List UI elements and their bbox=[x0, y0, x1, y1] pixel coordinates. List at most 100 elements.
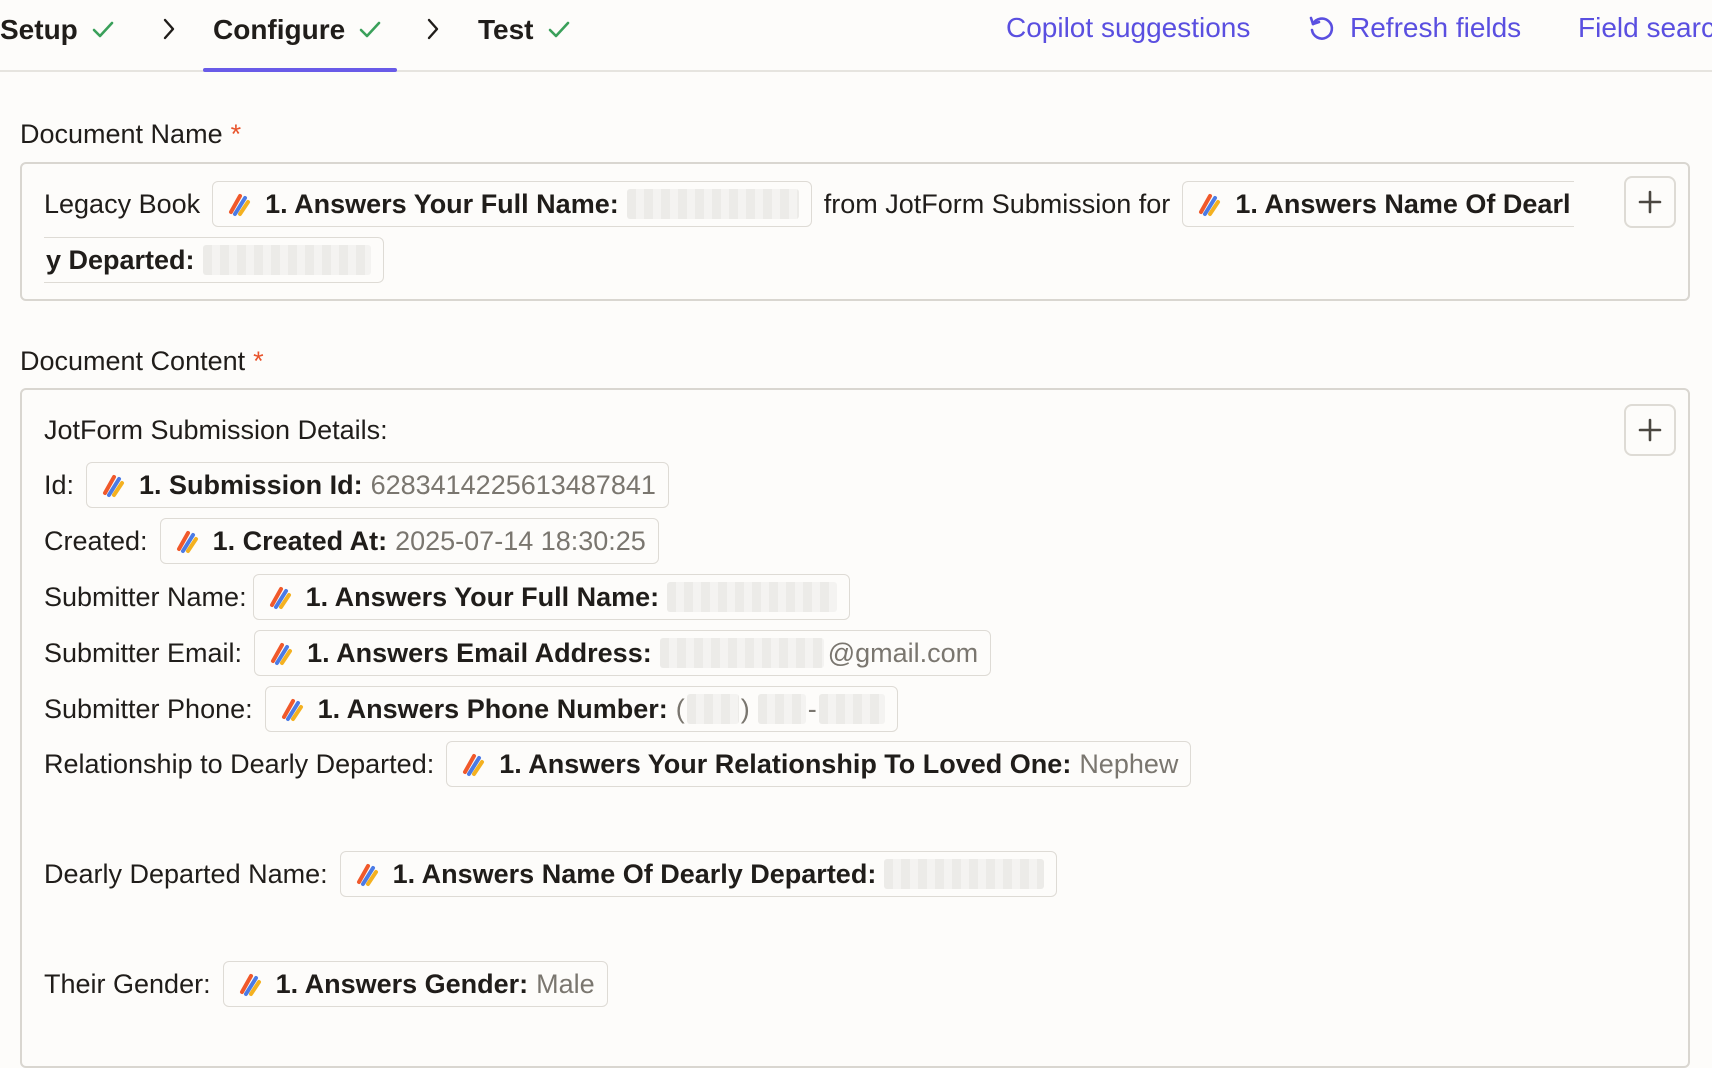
chevron-right-icon bbox=[163, 18, 175, 40]
mapped-field-name: 1. Submission Id: bbox=[139, 469, 363, 500]
content-heading: JotForm Submission Details: bbox=[44, 406, 388, 454]
zapier-app-icon bbox=[225, 190, 253, 218]
check-icon bbox=[548, 21, 569, 38]
mapped-field-name: 1. Answers Phone Number: bbox=[317, 693, 668, 724]
insert-data-button[interactable] bbox=[1624, 176, 1676, 228]
document-name-middle-text: from JotForm Submission for bbox=[823, 188, 1171, 219]
field-search-button[interactable]: Field searc bbox=[1578, 12, 1712, 44]
row-label: Id: bbox=[44, 469, 75, 500]
zapier-app-icon bbox=[173, 527, 201, 555]
document-name-field[interactable]: Legacy Book 1. Answers Your Full Name: f… bbox=[20, 162, 1690, 301]
document-name-label-text: Document Name bbox=[20, 119, 223, 149]
content-row-submitter-name: Submitter Name: 1. Answers Your Full Nam… bbox=[44, 573, 851, 621]
content-row-created: Created: 1. Created At: 2025-07-14 18:30… bbox=[44, 517, 659, 565]
field-search-label: Field searc bbox=[1578, 12, 1712, 43]
zapier-app-icon bbox=[266, 583, 294, 611]
check-icon bbox=[359, 21, 381, 38]
mapped-field-name: 1. Answers Gender: bbox=[275, 968, 529, 999]
mapped-field-name: 1. Created At: bbox=[212, 525, 388, 556]
mapped-field-pill[interactable]: 1. Submission Id: 6283414225613487841 bbox=[86, 462, 669, 508]
mapped-field-name-continued: y Departed: bbox=[46, 244, 195, 275]
document-content-label: Document Content * bbox=[20, 346, 264, 377]
zapier-app-icon bbox=[236, 970, 264, 998]
mapped-field-pill[interactable]: 1. Answers Name Of Dearl bbox=[1182, 181, 1575, 227]
row-label: Submitter Name: bbox=[44, 581, 247, 612]
mapped-field-name: 1. Answers Email Address: bbox=[307, 637, 652, 668]
redacted-value bbox=[757, 694, 806, 724]
redacted-value bbox=[884, 859, 1045, 889]
step-configure-label: Configure bbox=[213, 14, 346, 45]
mapped-field-pill[interactable]: 1. Answers Phone Number: ( ) - bbox=[264, 686, 898, 732]
required-mark: * bbox=[230, 119, 242, 149]
active-step-indicator bbox=[203, 68, 397, 72]
mapped-field-value: Nephew bbox=[1079, 748, 1179, 779]
required-mark: * bbox=[253, 346, 264, 376]
content-row-id: Id: 1. Submission Id: 628341422561348784… bbox=[44, 461, 669, 509]
plus-icon bbox=[1638, 190, 1662, 214]
redacted-value bbox=[686, 694, 739, 724]
refresh-fields-label: Refresh fields bbox=[1350, 12, 1522, 43]
mapped-field-pill[interactable]: 1. Answers Name Of Dearly Departed: bbox=[339, 851, 1058, 897]
row-label: Relationship to Dearly Departed: bbox=[44, 748, 435, 779]
mapped-field-pill-continued[interactable]: y Departed: bbox=[44, 237, 384, 283]
zapier-app-icon bbox=[278, 695, 306, 723]
document-content-label-text: Document Content bbox=[20, 346, 246, 376]
step-setup[interactable]: Setup bbox=[0, 14, 116, 46]
mapped-field-pill[interactable]: 1. Answers Your Full Name: bbox=[252, 574, 851, 620]
mapped-field-value: 2025-07-14 18:30:25 bbox=[395, 525, 646, 556]
check-icon bbox=[92, 21, 114, 38]
zapier-app-icon bbox=[1195, 190, 1223, 218]
chevron-right-icon bbox=[427, 18, 439, 40]
mapped-field-name: 1. Answers Your Full Name: bbox=[305, 581, 660, 612]
mapped-field-pill[interactable]: 1. Answers Your Relationship To Loved On… bbox=[446, 741, 1192, 787]
mapped-field-value: @gmail.com bbox=[827, 637, 979, 668]
content-row-gender: Their Gender: 1. Answers Gender: Male bbox=[44, 960, 608, 1008]
zapier-app-icon bbox=[353, 860, 381, 888]
row-label: Submitter Phone: bbox=[44, 693, 253, 724]
mapped-field-value-dash: - bbox=[807, 693, 817, 724]
content-row-relationship: Relationship to Dearly Departed: 1. Answ… bbox=[44, 740, 1192, 788]
mapped-field-name: 1. Answers Name Of Dearl bbox=[1235, 188, 1571, 219]
content-row-departed-name: Dearly Departed Name: 1. Answers Name Of… bbox=[44, 850, 1058, 898]
row-label: Dearly Departed Name: bbox=[44, 858, 328, 889]
document-name-line-1: Legacy Book 1. Answers Your Full Name: f… bbox=[44, 180, 1575, 228]
redacted-value bbox=[202, 245, 371, 275]
zapier-app-icon bbox=[459, 750, 487, 778]
mapped-field-name: 1. Answers Your Full Name: bbox=[265, 188, 619, 219]
row-label: Created: bbox=[44, 525, 148, 556]
content-row-submitter-phone: Submitter Phone: 1. Answers Phone Number… bbox=[44, 685, 898, 733]
step-test-label: Test bbox=[478, 14, 534, 45]
redacted-value bbox=[818, 694, 885, 724]
mapped-field-value-mid: ) bbox=[740, 693, 750, 724]
plus-icon bbox=[1638, 418, 1662, 442]
document-name-label: Document Name * bbox=[20, 119, 241, 150]
row-label: Their Gender: bbox=[44, 968, 211, 999]
content-heading-text: JotForm Submission Details: bbox=[44, 414, 388, 445]
step-setup-label: Setup bbox=[0, 14, 78, 45]
mapped-field-value: 6283414225613487841 bbox=[370, 469, 656, 500]
step-test[interactable]: Test bbox=[478, 14, 572, 46]
zapier-app-icon bbox=[267, 639, 295, 667]
refresh-fields-button[interactable]: Refresh fields bbox=[1306, 12, 1521, 44]
refresh-icon bbox=[1309, 16, 1334, 40]
copilot-suggestions-label: Copilot suggestions bbox=[1006, 12, 1251, 43]
step-configure[interactable]: Configure bbox=[213, 14, 383, 46]
mapped-field-value-prefix: ( bbox=[675, 693, 685, 724]
top-bar: Setup Configure Test Copilot suggestions… bbox=[0, 0, 1712, 72]
redacted-value bbox=[667, 582, 838, 612]
mapped-field-pill[interactable]: 1. Answers Email Address: @gmail.com bbox=[254, 630, 992, 676]
row-label: Submitter Email: bbox=[44, 637, 243, 668]
mapped-field-pill[interactable]: 1. Created At: 2025-07-14 18:30:25 bbox=[159, 518, 659, 564]
mapped-field-name: 1. Answers Name Of Dearly Departed: bbox=[392, 858, 877, 889]
copilot-suggestions-button[interactable]: Copilot suggestions bbox=[1006, 12, 1250, 44]
redacted-value bbox=[659, 638, 824, 668]
document-name-line-2: y Departed: bbox=[44, 236, 384, 284]
mapped-field-pill[interactable]: 1. Answers Gender: Male bbox=[222, 961, 608, 1007]
redacted-value bbox=[626, 189, 799, 219]
mapped-field-pill[interactable]: 1. Answers Your Full Name: bbox=[212, 181, 812, 227]
zapier-app-icon bbox=[99, 471, 127, 499]
mapped-field-name: 1. Answers Your Relationship To Loved On… bbox=[499, 748, 1072, 779]
insert-data-button[interactable] bbox=[1624, 404, 1676, 456]
document-content-field[interactable]: JotForm Submission Details: Id: 1. Submi… bbox=[20, 388, 1690, 1068]
mapped-field-value: Male bbox=[536, 968, 595, 999]
